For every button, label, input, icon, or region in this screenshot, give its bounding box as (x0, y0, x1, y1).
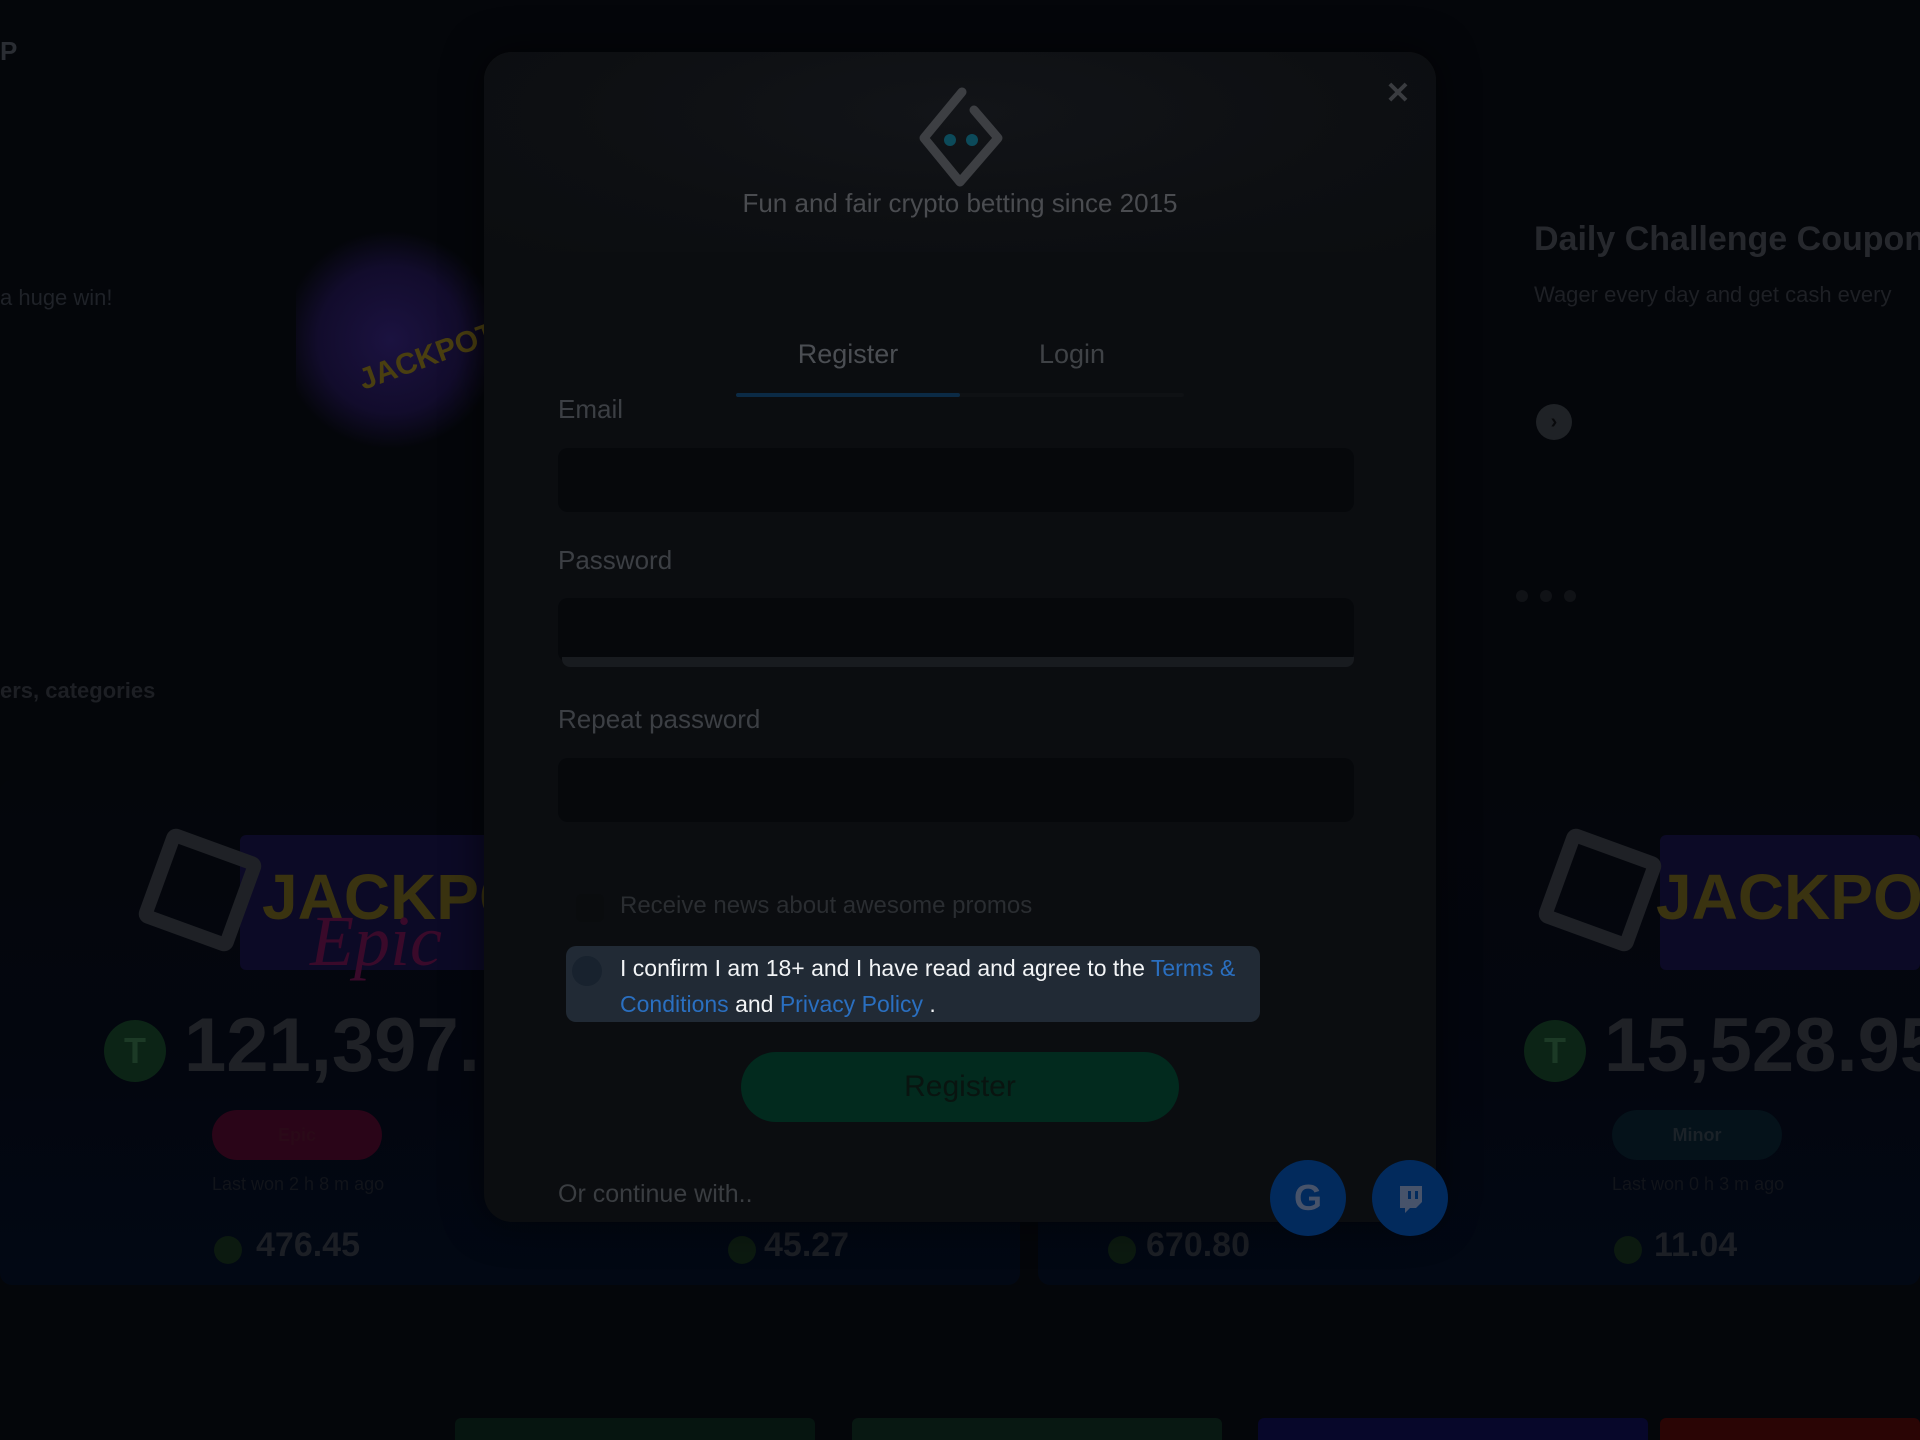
tab-register[interactable]: Register (736, 314, 960, 398)
email-label: Email (558, 394, 624, 424)
repeat-password-field[interactable] (558, 758, 1354, 822)
promo-checkbox-label: Receive news about awesome promos (620, 892, 1033, 919)
tab-login[interactable]: Login (960, 314, 1184, 398)
terms-checkbox[interactable] (572, 956, 602, 986)
google-icon: G (1293, 1177, 1322, 1218)
password-strength-bar (562, 657, 1354, 667)
terms-checkbox-row[interactable]: I confirm I am 18+ and I have read and a… (566, 946, 1260, 1022)
terms-middle: and (728, 991, 780, 1017)
password-field[interactable] (558, 598, 1354, 662)
terms-prefix: I confirm I am 18+ and I have read and a… (620, 955, 1151, 981)
repeat-password-label: Repeat password (558, 704, 761, 734)
email-field[interactable] (558, 448, 1354, 512)
privacy-link[interactable]: Privacy Policy (780, 991, 923, 1017)
google-login-button[interactable]: G (1270, 1160, 1346, 1236)
twitch-icon (1400, 1186, 1422, 1213)
tab-active-indicator (736, 393, 960, 397)
register-button[interactable]: Register (741, 1052, 1179, 1122)
terms-suffix: . (923, 991, 936, 1017)
twitch-login-button[interactable] (1372, 1160, 1448, 1236)
password-label: Password (558, 545, 673, 575)
tagline: Fun and fair crypto betting since 2015 (742, 188, 1178, 218)
auth-tabs: Register Login (736, 314, 1184, 398)
terms-text: I confirm I am 18+ and I have read and a… (620, 950, 1250, 1022)
close-button[interactable]: ✕ (1376, 72, 1420, 116)
register-modal: ✕ Fun and fair crypto betting since 2015… (484, 52, 1448, 1236)
continue-with-label: Or continue with.. (558, 1180, 753, 1208)
promo-checkbox[interactable] (576, 894, 604, 922)
tab-underline (736, 393, 1184, 397)
promo-checkbox-row[interactable]: Receive news about awesome promos (558, 888, 1354, 928)
brand-logo-icon (919, 87, 1003, 187)
close-icon: ✕ (1385, 77, 1411, 110)
